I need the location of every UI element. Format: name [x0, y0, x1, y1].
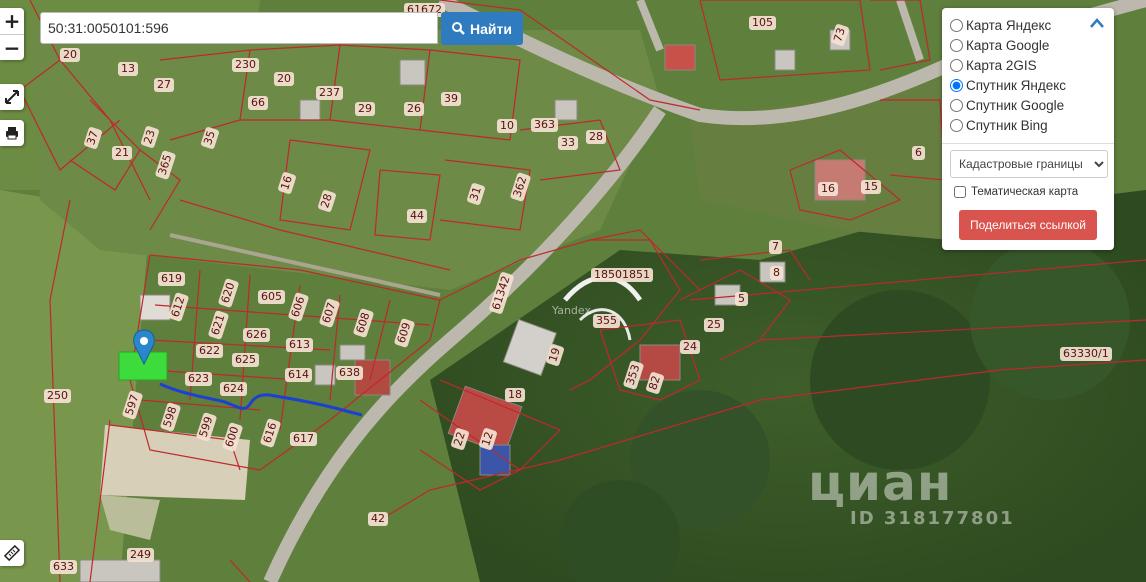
chevron-up-icon[interactable] — [1089, 17, 1105, 29]
cadastral-plot-label[interactable]: 5 — [735, 292, 748, 306]
cadastral-plot-label[interactable]: 638 — [336, 366, 363, 380]
basemap-radio[interactable] — [950, 58, 963, 72]
cadastral-plot-label[interactable]: 623 — [185, 372, 212, 386]
cadastral-plot-label[interactable]: 230 — [232, 58, 259, 72]
cadastral-plot-label[interactable]: 18 — [505, 388, 525, 402]
cadastral-plot-label[interactable]: 28 — [586, 130, 606, 144]
print-icon — [6, 127, 18, 140]
basemap-option[interactable]: Карта Яндекс — [950, 15, 1106, 35]
cadastral-plot-label[interactable]: 42 — [368, 512, 388, 526]
thematic-map-label: Тематическая карта — [971, 186, 1079, 198]
basemap-option-label: Карта Google — [966, 37, 1050, 53]
cadastral-plot-label[interactable]: 605 — [258, 290, 285, 304]
cadastral-plot-label[interactable]: 20 — [60, 48, 80, 62]
cadastral-plot-label[interactable]: 29 — [355, 102, 375, 116]
cadastral-plot-label[interactable]: 250 — [44, 389, 71, 403]
cadastral-plot-label[interactable]: 63330/1 — [1060, 347, 1112, 361]
share-link-button[interactable]: Поделиться ссылкой — [959, 210, 1097, 240]
layer-panel: Карта Яндекс Карта Google Карта 2GIS Спутни… — [942, 8, 1114, 250]
basemap-option-label: Спутник Bing — [966, 117, 1048, 133]
cadastral-plot-label[interactable]: 624 — [220, 382, 247, 396]
cadastral-plot-label[interactable]: 249 — [127, 548, 154, 562]
zoom-out-button[interactable]: − — [0, 34, 24, 60]
cadastral-plot-label[interactable]: 363 — [531, 118, 558, 132]
cadastral-plot-label[interactable]: 10 — [497, 119, 517, 133]
basemap-option[interactable]: Спутник Google — [950, 95, 1106, 115]
zoom-control: + − — [0, 8, 24, 60]
basemap-option[interactable]: Спутник Яндекс — [950, 75, 1106, 95]
thematic-map-toggle[interactable]: Тематическая карта — [950, 186, 1106, 198]
cian-watermark: циан ID 318177801 — [808, 454, 1015, 529]
cadastral-plot-label[interactable]: 26 — [404, 102, 424, 116]
search-button[interactable]: Найти — [441, 12, 523, 45]
print-button[interactable] — [0, 120, 24, 146]
cadastral-plot-label[interactable]: 105 — [749, 16, 776, 30]
overlay-select[interactable]: Кадастровые границы — [950, 150, 1108, 178]
cadastral-plot-label[interactable]: 44 — [407, 209, 427, 223]
cadastral-plot-label[interactable]: 27 — [154, 78, 174, 92]
fullscreen-button[interactable] — [0, 84, 24, 110]
provider-watermark: Yandex — [552, 304, 591, 317]
thematic-map-checkbox[interactable] — [954, 186, 966, 198]
expand-icon — [5, 90, 19, 104]
basemap-option-label: Карта Яндекс — [966, 17, 1052, 33]
basemap-option-label: Спутник Яндекс — [966, 77, 1067, 93]
cadastral-plot-label[interactable]: 18501851 — [591, 268, 653, 282]
panel-divider — [942, 143, 1114, 144]
cadastral-plot-label[interactable]: 7 — [769, 240, 782, 254]
cadastral-plot-label[interactable]: 6 — [912, 146, 925, 160]
cadastral-plot-label[interactable]: 619 — [158, 272, 185, 286]
cadastral-plot-label[interactable]: 613 — [286, 338, 313, 352]
cadastral-plot-label[interactable]: 622 — [196, 344, 223, 358]
cadastral-plot-label[interactable]: 24 — [680, 340, 700, 354]
cadastral-plot-label[interactable]: 13 — [118, 62, 138, 76]
watermark-brand: циан — [808, 454, 953, 512]
basemap-option-label: Спутник Google — [966, 97, 1065, 113]
cadastral-search-input[interactable] — [40, 12, 438, 44]
basemap-option[interactable]: Карта 2GIS — [950, 55, 1106, 75]
cadastral-plot-label[interactable]: 625 — [232, 353, 259, 367]
cadastral-plot-label[interactable]: 633 — [50, 560, 77, 574]
cadastral-plot-label[interactable]: 25 — [704, 318, 724, 332]
basemap-radio[interactable] — [950, 98, 963, 112]
cadastral-plot-label[interactable]: 20 — [274, 72, 294, 86]
watermark-id: ID 318177801 — [850, 508, 1015, 529]
cadastral-plot-label[interactable]: 16 — [818, 182, 838, 196]
cadastral-plot-label[interactable]: 8 — [770, 266, 783, 280]
basemap-option-label: Карта 2GIS — [966, 57, 1037, 73]
cadastral-plot-label[interactable]: 237 — [316, 86, 343, 100]
basemap-radio[interactable] — [950, 18, 963, 32]
search-icon — [452, 22, 465, 35]
cadastral-plot-label[interactable]: 21 — [112, 146, 132, 160]
ruler-button[interactable] — [0, 540, 24, 566]
cadastral-plot-label[interactable]: 66 — [248, 96, 268, 110]
basemap-radio[interactable] — [950, 38, 963, 52]
basemap-radio[interactable] — [950, 78, 963, 92]
basemap-option[interactable]: Карта Google — [950, 35, 1106, 55]
cadastral-plot-label[interactable]: 617 — [290, 432, 317, 446]
cadastral-plot-label[interactable]: 39 — [441, 92, 461, 106]
cadastral-plot-label[interactable]: 626 — [243, 328, 270, 342]
cadastral-plot-label[interactable]: 355 — [593, 314, 620, 328]
zoom-in-button[interactable]: + — [0, 8, 24, 34]
search-button-label: Найти — [470, 20, 512, 37]
cadastral-plot-label[interactable]: 15 — [861, 180, 881, 194]
basemap-options: Карта Яндекс Карта Google Карта 2GIS Спутни… — [950, 15, 1106, 135]
cadastral-plot-label[interactable]: 614 — [285, 368, 312, 382]
cadastral-plot-label[interactable]: 33 — [558, 136, 578, 150]
basemap-radio[interactable] — [950, 118, 963, 132]
ruler-icon — [4, 545, 20, 561]
basemap-option[interactable]: Спутник Bing — [950, 115, 1106, 135]
